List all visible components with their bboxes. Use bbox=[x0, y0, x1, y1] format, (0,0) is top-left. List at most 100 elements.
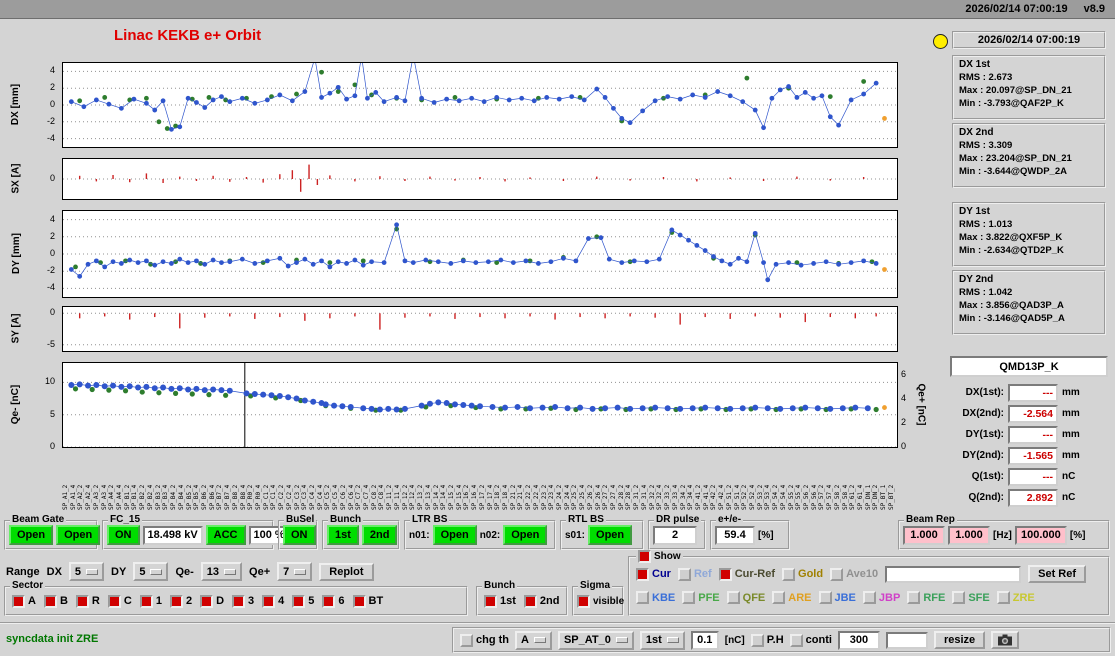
checkbox[interactable] bbox=[12, 594, 25, 608]
conti-checkbox[interactable]: conti bbox=[789, 633, 832, 647]
charge-plot[interactable] bbox=[62, 362, 898, 448]
rtl-s01-open-button[interactable]: Open bbox=[588, 525, 633, 545]
bunch-select-dropdown[interactable]: 1st bbox=[639, 630, 685, 650]
sector-option-6[interactable]: 6 bbox=[322, 594, 345, 608]
show-option-jbp[interactable]: JBP bbox=[862, 591, 900, 604]
dx-orbit-plot[interactable] bbox=[62, 62, 898, 148]
fc15-kv-field[interactable]: 18.498 kV bbox=[142, 525, 203, 545]
resize-button[interactable]: resize bbox=[933, 631, 986, 649]
show-option-zre[interactable]: ZRE bbox=[996, 591, 1035, 604]
checkbox[interactable] bbox=[996, 591, 1010, 604]
range-dx-dropdown[interactable]: 5 bbox=[68, 562, 105, 581]
sector-option-c[interactable]: C bbox=[107, 594, 132, 608]
checkbox[interactable] bbox=[818, 591, 832, 604]
show-option-ref[interactable]: Ref bbox=[677, 567, 712, 581]
sector-option-1[interactable]: 1 bbox=[139, 594, 162, 608]
checkbox[interactable] bbox=[262, 594, 276, 608]
replot-button[interactable]: Replot bbox=[319, 562, 374, 581]
checkbox[interactable] bbox=[232, 594, 246, 608]
sector-select-dropdown[interactable]: A bbox=[515, 630, 552, 650]
checkbox[interactable] bbox=[43, 594, 57, 608]
show-option-kbe[interactable]: KBE bbox=[636, 591, 675, 604]
sector-option-a[interactable]: A bbox=[12, 594, 36, 608]
checkbox[interactable] bbox=[577, 594, 590, 608]
bunch-1st-checkbox[interactable]: 1st bbox=[484, 594, 516, 608]
checkbox[interactable] bbox=[352, 594, 366, 608]
chg-th-checkbox[interactable]: chg th bbox=[460, 633, 509, 647]
bunch-2nd-button[interactable]: 2nd bbox=[361, 525, 398, 545]
dr-pulse-field[interactable]: 2 bbox=[653, 525, 697, 545]
fc15-on-button[interactable]: ON bbox=[107, 525, 140, 545]
checkbox[interactable] bbox=[322, 594, 336, 608]
checkbox[interactable] bbox=[718, 567, 732, 581]
show-option-qfe[interactable]: QFE bbox=[726, 591, 765, 604]
dy-orbit-plot[interactable] bbox=[62, 210, 898, 298]
checkbox[interactable] bbox=[200, 594, 214, 608]
sx-steering-plot[interactable] bbox=[62, 158, 898, 200]
checkbox[interactable] bbox=[460, 633, 473, 647]
range-qe-plus-dropdown[interactable]: 7 bbox=[277, 562, 313, 581]
sigma-visible-checkbox[interactable]: visible bbox=[577, 594, 624, 608]
beam-gate-open-1-button[interactable]: Open bbox=[9, 525, 54, 545]
sy-steering-plot[interactable] bbox=[62, 306, 898, 352]
sector-option-4[interactable]: 4 bbox=[262, 594, 284, 608]
busel-on-button[interactable]: ON bbox=[283, 525, 316, 545]
set-ref-button[interactable]: Set Ref bbox=[1028, 565, 1087, 583]
range-dy-dropdown[interactable]: 5 bbox=[133, 562, 169, 581]
checkbox[interactable] bbox=[107, 594, 121, 608]
bunch-2nd-checkbox[interactable]: 2nd bbox=[523, 594, 559, 608]
checkbox[interactable] bbox=[169, 594, 183, 608]
bunch-1st-button[interactable]: 1st bbox=[327, 525, 359, 545]
sector-option-3[interactable]: 3 bbox=[232, 594, 254, 608]
sector-option-bt[interactable]: BT bbox=[352, 594, 383, 608]
aux-input[interactable] bbox=[885, 631, 928, 649]
show-checkbox[interactable] bbox=[638, 550, 651, 563]
checkbox[interactable] bbox=[789, 633, 803, 647]
sector-option-b[interactable]: B bbox=[43, 594, 68, 608]
show-option-jbe[interactable]: JBE bbox=[818, 591, 856, 604]
checkbox[interactable] bbox=[782, 567, 796, 581]
show-option-are[interactable]: ARE bbox=[772, 591, 812, 604]
fc15-acc-button[interactable]: ACC bbox=[205, 525, 246, 545]
checkbox[interactable] bbox=[682, 591, 696, 604]
sector-option-d[interactable]: D bbox=[200, 594, 224, 608]
show-option-rfe[interactable]: RFE bbox=[907, 591, 945, 604]
checkbox[interactable] bbox=[862, 591, 876, 604]
bpm-name-field[interactable]: QMD13P_K bbox=[950, 356, 1108, 377]
show-option-sfe[interactable]: SFE bbox=[952, 591, 990, 604]
bpm-select-dropdown[interactable]: SP_AT_0 bbox=[557, 630, 634, 650]
sector-option-2[interactable]: 2 bbox=[169, 594, 192, 608]
set-ref-input[interactable] bbox=[885, 565, 1022, 583]
show-option-cur[interactable]: Cur bbox=[636, 567, 671, 581]
checkbox[interactable] bbox=[75, 594, 89, 608]
count-field[interactable]: 300 bbox=[837, 630, 880, 650]
beam-rep-field-3[interactable]: 100.000 bbox=[1014, 525, 1067, 545]
checkbox[interactable] bbox=[907, 591, 921, 604]
range-qe-minus-dropdown[interactable]: 13 bbox=[200, 562, 243, 581]
sector-option-5[interactable]: 5 bbox=[292, 594, 314, 608]
checkbox[interactable] bbox=[636, 591, 649, 604]
show-option-ave10[interactable]: Ave10 bbox=[830, 567, 878, 581]
beam-rep-field-2[interactable]: 1.000 bbox=[948, 525, 990, 545]
threshold-field[interactable]: 0.1 bbox=[690, 630, 719, 650]
show-option-cur-ref[interactable]: Cur-Ref bbox=[718, 567, 775, 581]
beam-rep-field-1[interactable]: 1.000 bbox=[903, 525, 945, 545]
checkbox[interactable] bbox=[636, 567, 649, 581]
checkbox[interactable] bbox=[830, 567, 844, 581]
ph-checkbox[interactable]: P.H bbox=[750, 633, 784, 647]
beam-gate-open-2-button[interactable]: Open bbox=[56, 525, 101, 545]
checkbox[interactable] bbox=[523, 594, 537, 608]
e-ratio-field[interactable]: 59.4 bbox=[715, 525, 755, 545]
ltr-n02-open-button[interactable]: Open bbox=[503, 525, 548, 545]
ltr-n01-open-button[interactable]: Open bbox=[432, 525, 477, 545]
checkbox[interactable] bbox=[677, 567, 691, 581]
checkbox[interactable] bbox=[139, 594, 153, 608]
sector-option-r[interactable]: R bbox=[75, 594, 100, 608]
checkbox[interactable] bbox=[772, 591, 786, 604]
show-option-pfe[interactable]: PFE bbox=[682, 591, 720, 604]
show-option-gold[interactable]: Gold bbox=[782, 567, 823, 581]
checkbox[interactable] bbox=[750, 633, 764, 647]
checkbox[interactable] bbox=[292, 594, 306, 608]
checkbox[interactable] bbox=[726, 591, 740, 604]
screenshot-button[interactable] bbox=[991, 631, 1020, 649]
